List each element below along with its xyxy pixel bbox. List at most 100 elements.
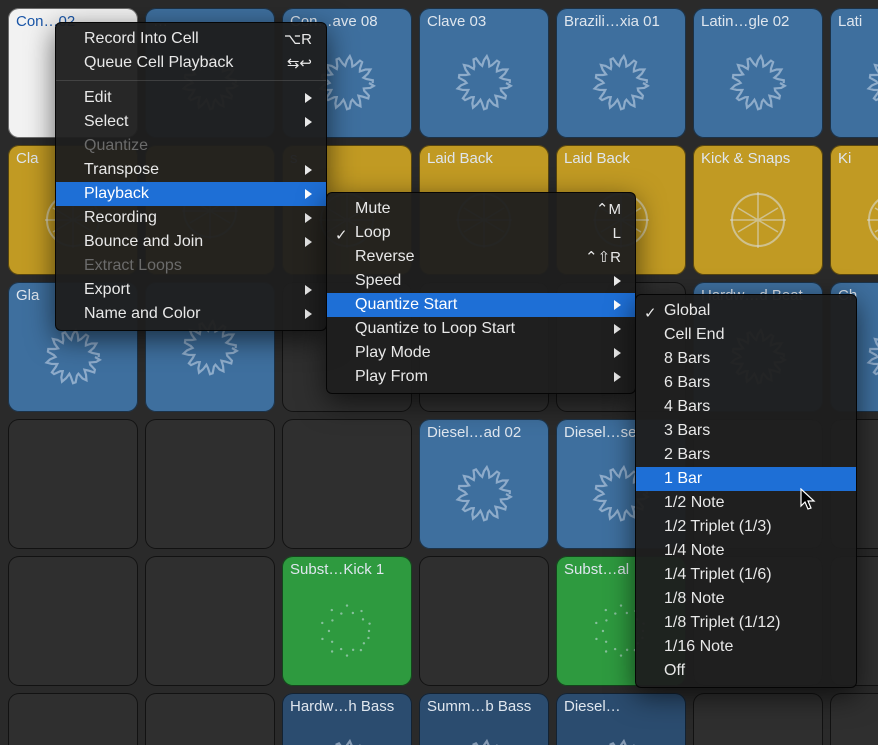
grid-cell[interactable]: Diesel…ad 02 [419, 419, 549, 549]
menu-item[interactable]: 3 Bars [636, 419, 856, 443]
chevron-right-icon [305, 189, 312, 199]
menu-item-label: 3 Bars [664, 422, 842, 440]
menu-item-label: 8 Bars [664, 350, 842, 368]
check-icon: ✓ [335, 226, 348, 244]
grid-cell-empty [8, 419, 138, 549]
menu-item[interactable]: Export [56, 278, 326, 302]
menu-item-label: 1/2 Triplet (1/3) [664, 518, 842, 536]
menu-item[interactable]: Quantize Start [327, 293, 635, 317]
menu-item-label: 1/4 Note [664, 542, 842, 560]
grid-cell[interactable]: Subst…Kick 1 [282, 556, 412, 686]
menu-item[interactable]: ✓LoopL [327, 221, 635, 245]
grid-cell[interactable]: Diesel… [556, 693, 686, 745]
waveform-icon [290, 716, 404, 745]
menu-item[interactable]: Play From [327, 365, 635, 389]
menu-item[interactable]: 1/16 Note [636, 635, 856, 659]
menu-item-label: Cell End [664, 326, 842, 344]
menu-item[interactable]: 1/8 Note [636, 587, 856, 611]
menu-item[interactable]: Transpose [56, 158, 326, 182]
menu-item-label: Name and Color [84, 305, 285, 323]
menu-item[interactable]: Playback [56, 182, 326, 206]
menu-item[interactable]: 8 Bars [636, 347, 856, 371]
menu-item-label: Transpose [84, 161, 285, 179]
menu-item[interactable]: Queue Cell Playback ⇆↩ [56, 51, 326, 75]
menu-item[interactable]: Reverse⌃⇧R [327, 245, 635, 269]
menu-item[interactable]: 4 Bars [636, 395, 856, 419]
grid-cell[interactable]: Ki [830, 145, 878, 275]
menu-item[interactable]: 6 Bars [636, 371, 856, 395]
menu-item[interactable]: 2 Bars [636, 443, 856, 467]
menu-item[interactable]: 1/8 Triplet (1/12) [636, 611, 856, 635]
submenu-playback: Mute⌃M✓LoopLReverse⌃⇧RSpeedQuantize Star… [326, 192, 636, 394]
grid-cell[interactable]: Lati [830, 8, 878, 138]
menu-shortcut: L [613, 225, 621, 242]
menu-item[interactable]: 1/2 Triplet (1/3) [636, 515, 856, 539]
waveform-icon [290, 579, 404, 682]
menu-item[interactable]: Speed [327, 269, 635, 293]
grid-cell[interactable]: Brazili…xia 01 [556, 8, 686, 138]
menu-item[interactable]: ✓Global [636, 299, 856, 323]
menu-item-label: 1/2 Note [664, 494, 842, 512]
menu-item[interactable]: Play Mode [327, 341, 635, 365]
waveform-icon [564, 31, 678, 134]
waveform-icon [427, 716, 541, 745]
cell-label: Diesel… [564, 698, 678, 716]
grid-cell[interactable]: Latin…gle 02 [693, 8, 823, 138]
grid-cell[interactable]: Clave 03 [419, 8, 549, 138]
menu-item-label: Quantize to Loop Start [355, 320, 594, 338]
menu-item[interactable]: 1 Bar [636, 467, 856, 491]
menu-item-label: 4 Bars [664, 398, 842, 416]
menu-item[interactable]: Record Into Cell⌥R [56, 27, 326, 51]
menu-item-label: Bounce and Join [84, 233, 285, 251]
menu-item[interactable]: Select [56, 110, 326, 134]
grid-cell-empty [419, 556, 549, 686]
menu-item[interactable]: Cell End [636, 323, 856, 347]
menu-item[interactable]: Edit [56, 86, 326, 110]
menu-separator [56, 80, 326, 81]
cell-label: Laid Back [564, 150, 678, 168]
grid-cell-empty [145, 556, 275, 686]
grid-cell[interactable]: Summ…b Bass [419, 693, 549, 745]
menu-item-label: Play Mode [355, 344, 594, 362]
menu-item-label: Edit [84, 89, 285, 107]
grid-cell-empty [8, 556, 138, 686]
chevron-right-icon [305, 165, 312, 175]
menu-item[interactable]: Off [636, 659, 856, 683]
menu-item-label: Playback [84, 185, 285, 203]
menu-item-label: Select [84, 113, 285, 131]
menu-item[interactable]: 1/4 Triplet (1/6) [636, 563, 856, 587]
menu-item[interactable]: Recording [56, 206, 326, 230]
menu-item[interactable]: Mute⌃M [327, 197, 635, 221]
menu-item-label: 1/8 Triplet (1/12) [664, 614, 842, 632]
chevron-right-icon [614, 372, 621, 382]
chevron-right-icon [614, 276, 621, 286]
check-icon: ✓ [644, 304, 657, 322]
cell-label: Laid Back [427, 150, 541, 168]
chevron-right-icon [614, 300, 621, 310]
menu-item[interactable]: 1/2 Note [636, 491, 856, 515]
menu-item-label: Quantize [84, 137, 312, 155]
menu-item-label: Queue Cell Playback [84, 54, 257, 72]
menu-item[interactable]: Quantize to Loop Start [327, 317, 635, 341]
menu-item[interactable]: 1/4 Note [636, 539, 856, 563]
cell-label: Latin…gle 02 [701, 13, 815, 31]
chevron-right-icon [305, 117, 312, 127]
menu-item-label: Play From [355, 368, 594, 386]
chevron-right-icon [614, 324, 621, 334]
waveform-icon [838, 168, 878, 271]
waveform-icon [427, 31, 541, 134]
menu-item-label: Extract Loops [84, 257, 312, 275]
grid-cell[interactable]: Kick & Snaps [693, 145, 823, 275]
waveform-icon [838, 31, 878, 134]
menu-item-label: Recording [84, 209, 285, 227]
waveform-icon [564, 716, 678, 745]
menu-item-label: 1/8 Note [664, 590, 842, 608]
cell-label: Kick & Snaps [701, 150, 815, 168]
menu-item[interactable]: Bounce and Join [56, 230, 326, 254]
submenu-quantize-start: ✓Global Cell End 8 Bars 6 Bars 4 Bars 3 Bars 2… [635, 294, 857, 688]
menu-item[interactable]: Name and Color [56, 302, 326, 326]
grid-cell[interactable]: Hardw…h Bass [282, 693, 412, 745]
context-menu-main: Record Into Cell⌥RQueue Cell Playback⇆↩E… [55, 22, 327, 331]
menu-shortcut: ⇆↩ [287, 54, 312, 72]
menu-item: Extract Loops [56, 254, 326, 278]
